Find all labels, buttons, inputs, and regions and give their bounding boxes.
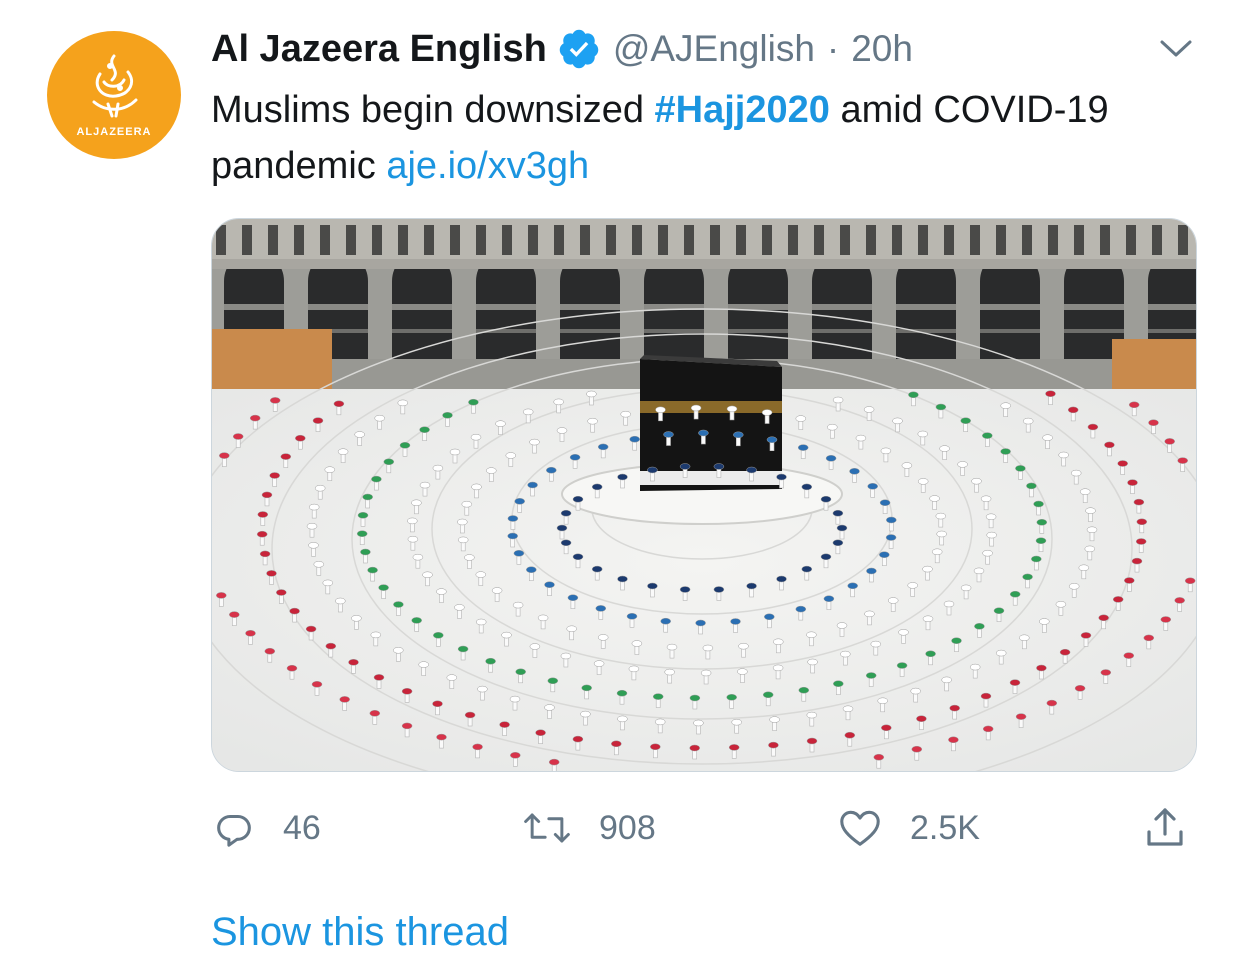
tweet-photo[interactable]	[211, 218, 1197, 772]
tweet-text-part1: Muslims begin downsized	[211, 89, 655, 131]
like-button[interactable]: 2.5K	[836, 800, 980, 856]
separator-dot: ·	[826, 28, 840, 69]
reply-count: 46	[283, 808, 321, 847]
reply-icon	[217, 814, 251, 847]
avatar[interactable]: ALJAZEERA	[47, 31, 181, 159]
url-link[interactable]: aje.io/xv3gh	[386, 145, 589, 187]
user-handle[interactable]: @AJEnglish	[613, 28, 815, 70]
photo-kaaba-pilgrims	[212, 219, 1196, 771]
verified-badge-icon	[557, 27, 601, 71]
like-count: 2.5K	[910, 808, 980, 847]
action-bar: 46 908 2.5K	[211, 800, 1195, 856]
logo-text: ALJAZEERA	[76, 126, 152, 138]
reply-button[interactable]: 46	[211, 800, 321, 856]
share-button[interactable]	[1141, 800, 1189, 856]
tweet-card[interactable]: ALJAZEERA Al Jazeera English @AJEnglish …	[0, 0, 1242, 965]
retweet-count: 908	[599, 808, 656, 847]
timestamp[interactable]: 20h	[851, 28, 913, 70]
tweet-header: Al Jazeera English @AJEnglish · 20h	[211, 24, 913, 74]
tweet-text: Muslims begin downsized #Hajj2020 amid C…	[211, 82, 1191, 194]
hashtag-link[interactable]: #Hajj2020	[655, 89, 830, 131]
show-thread-link[interactable]: Show this thread	[211, 910, 509, 955]
retweet-icon	[524, 813, 570, 843]
display-name[interactable]: Al Jazeera English	[211, 28, 547, 71]
heart-icon	[840, 810, 880, 846]
share-icon	[1147, 808, 1183, 846]
chevron-down-icon[interactable]	[1158, 34, 1194, 62]
retweet-button[interactable]: 908	[521, 800, 656, 856]
al-jazeera-logo-icon	[92, 54, 138, 118]
